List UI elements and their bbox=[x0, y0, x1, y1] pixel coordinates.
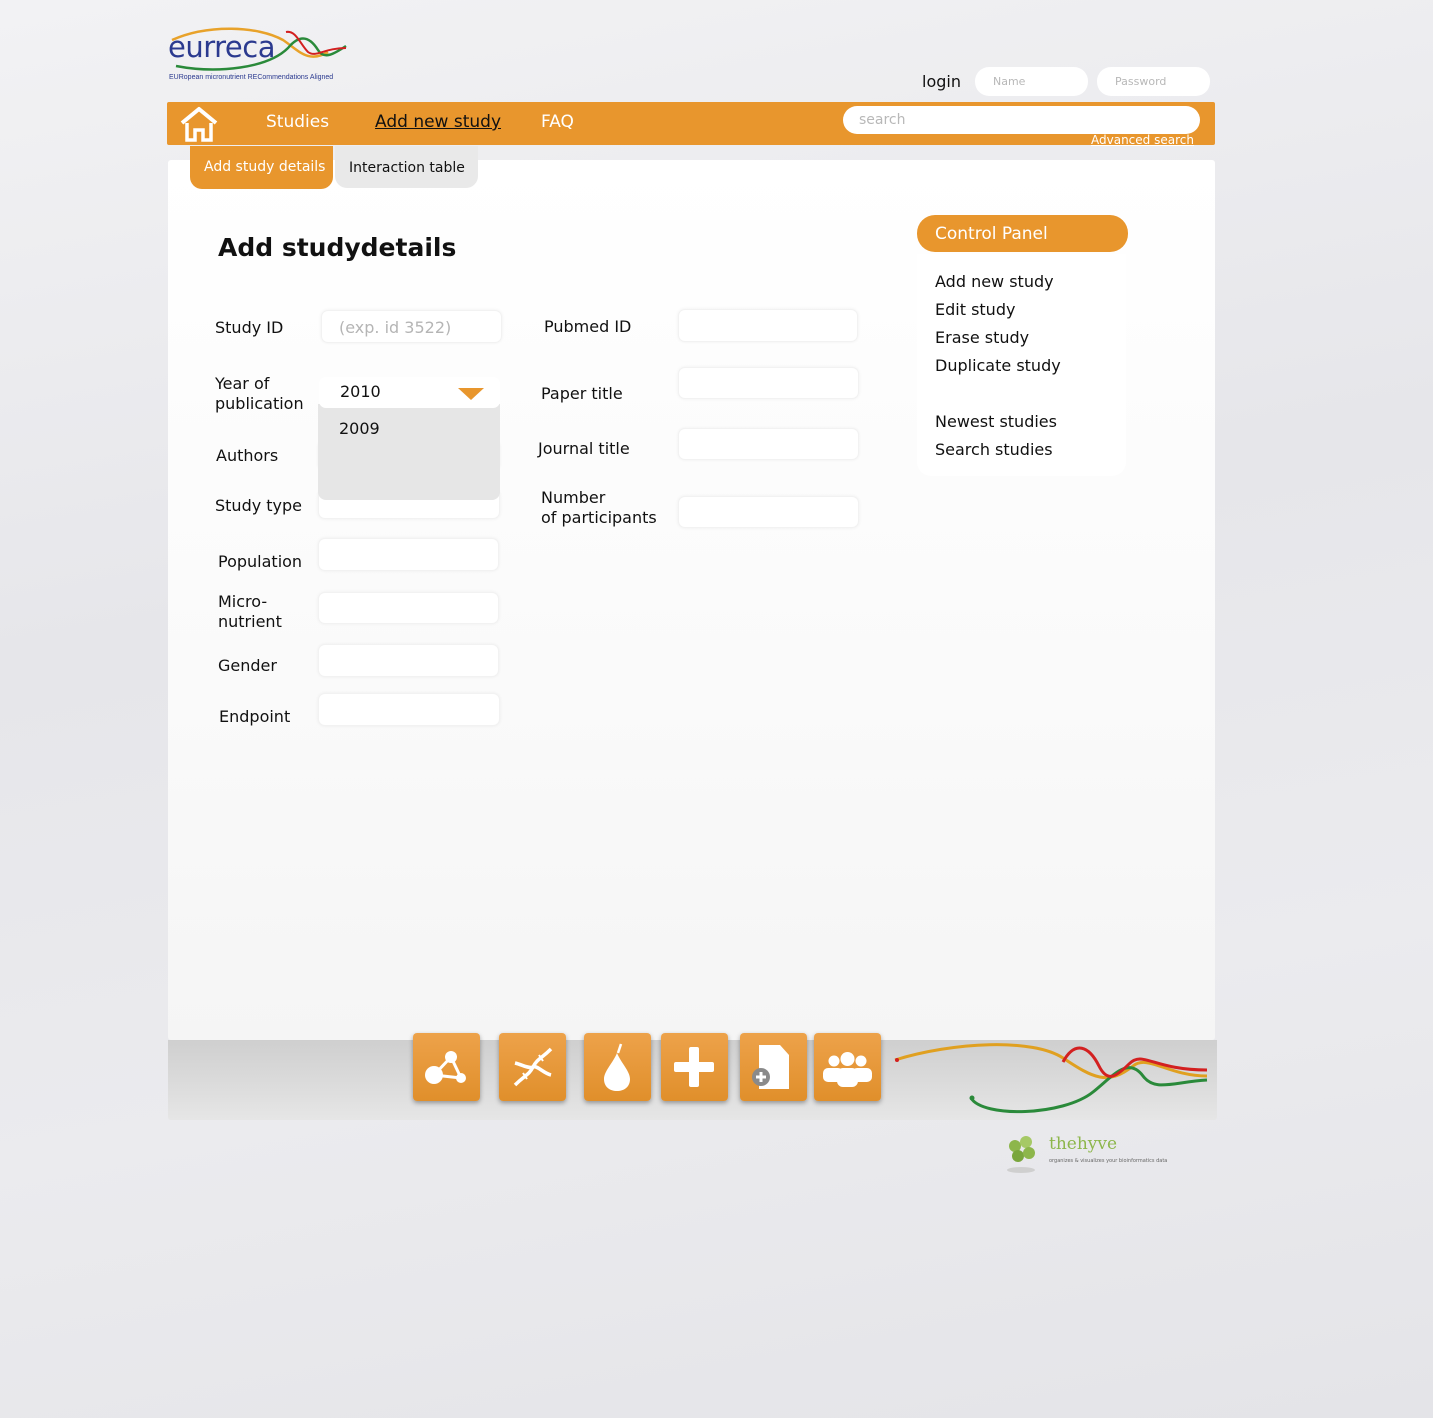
participants-field[interactable] bbox=[678, 496, 859, 528]
micronutrient-field[interactable] bbox=[318, 592, 499, 624]
tab-add-study-details[interactable]: Add study details bbox=[190, 146, 333, 189]
add-document-icon bbox=[752, 1045, 789, 1089]
home-icon[interactable] bbox=[180, 106, 218, 142]
cp-erase-study[interactable]: Erase study bbox=[935, 328, 1029, 347]
login-name-input[interactable] bbox=[975, 67, 1088, 96]
eurreca-logo[interactable]: eurreca EURopean micronutrient RECommend… bbox=[168, 26, 348, 88]
chevron-down-icon[interactable] bbox=[458, 388, 484, 400]
add-document-button[interactable] bbox=[740, 1033, 807, 1101]
nav-faq[interactable]: FAQ bbox=[541, 112, 574, 132]
gender-field[interactable] bbox=[318, 644, 499, 677]
study-id-label: Study ID bbox=[215, 318, 284, 337]
thehyve-tagline: organizes & visualizes your bioinformati… bbox=[1049, 1158, 1168, 1164]
pear-button[interactable] bbox=[584, 1033, 651, 1101]
cp-add-new-study[interactable]: Add new study bbox=[935, 272, 1054, 291]
group-icon bbox=[823, 1052, 872, 1087]
year-option[interactable]: 2009 bbox=[339, 419, 380, 438]
thehyve-logo[interactable]: thehyve organizes & visualizes your bioi… bbox=[1004, 1128, 1184, 1176]
tab-interaction-table[interactable]: Interaction table bbox=[335, 146, 478, 188]
page-title: Add studydetails bbox=[218, 233, 457, 262]
plus-button[interactable] bbox=[661, 1033, 728, 1101]
cp-edit-study[interactable]: Edit study bbox=[935, 300, 1015, 319]
nav-add-new-study[interactable]: Add new study bbox=[375, 112, 501, 132]
nav-studies[interactable]: Studies bbox=[266, 112, 329, 132]
pear-icon bbox=[604, 1043, 630, 1091]
paper-title-label: Paper title bbox=[541, 384, 623, 403]
group-button[interactable] bbox=[814, 1033, 881, 1101]
endpoint-field[interactable] bbox=[318, 693, 500, 726]
pubmed-id-label: Pubmed ID bbox=[544, 317, 632, 336]
pubmed-id-field[interactable] bbox=[678, 309, 858, 342]
endpoint-label: Endpoint bbox=[219, 707, 291, 726]
cp-newest-studies[interactable]: Newest studies bbox=[935, 412, 1057, 431]
thehyve-wordmark: thehyve bbox=[1049, 1134, 1118, 1154]
population-label: Population bbox=[218, 552, 303, 571]
paper-title-field[interactable] bbox=[678, 367, 859, 399]
footer-swoosh bbox=[894, 1043, 1208, 1114]
year-label-line1: Year of bbox=[215, 374, 270, 393]
control-panel-header: Control Panel bbox=[917, 215, 1128, 252]
year-dropdown-list: 2009 bbox=[318, 404, 500, 500]
advanced-search-link[interactable]: Advanced search bbox=[1091, 133, 1194, 147]
participants-label-line1: Number bbox=[541, 488, 606, 507]
study-id-placeholder: (exp. id 3522) bbox=[339, 318, 452, 337]
search-input[interactable] bbox=[843, 106, 1200, 134]
year-select[interactable]: 2010 bbox=[319, 377, 500, 408]
plus-icon bbox=[674, 1047, 714, 1087]
micronutrient-label-line1: Micro- bbox=[218, 592, 268, 611]
participants-label-line2: of participants bbox=[541, 508, 657, 527]
dna-icon bbox=[513, 1047, 553, 1087]
year-label-line2: publication bbox=[215, 394, 304, 413]
clover-icon bbox=[1007, 1136, 1035, 1173]
login-password-input[interactable] bbox=[1097, 67, 1210, 96]
gender-label: Gender bbox=[218, 656, 277, 675]
journal-title-field[interactable] bbox=[678, 428, 859, 460]
logo-tagline: EURopean micronutrient RECommendations A… bbox=[169, 74, 334, 81]
journal-title-label: Journal title bbox=[538, 439, 630, 458]
molecule-icon bbox=[425, 1051, 466, 1084]
year-selected-value: 2010 bbox=[340, 382, 381, 401]
logo-wordmark: eurreca bbox=[168, 30, 275, 64]
micronutrient-label-line2: nutrient bbox=[218, 612, 282, 631]
population-field[interactable] bbox=[318, 538, 499, 571]
molecule-button[interactable] bbox=[413, 1033, 480, 1101]
study-id-field[interactable]: (exp. id 3522) bbox=[321, 310, 502, 343]
study-type-label: Study type bbox=[215, 496, 303, 515]
cp-search-studies[interactable]: Search studies bbox=[935, 440, 1053, 459]
cp-duplicate-study[interactable]: Duplicate study bbox=[935, 356, 1061, 375]
login-label: login bbox=[922, 72, 961, 91]
authors-label: Authors bbox=[216, 446, 279, 465]
dna-button[interactable] bbox=[499, 1033, 566, 1101]
